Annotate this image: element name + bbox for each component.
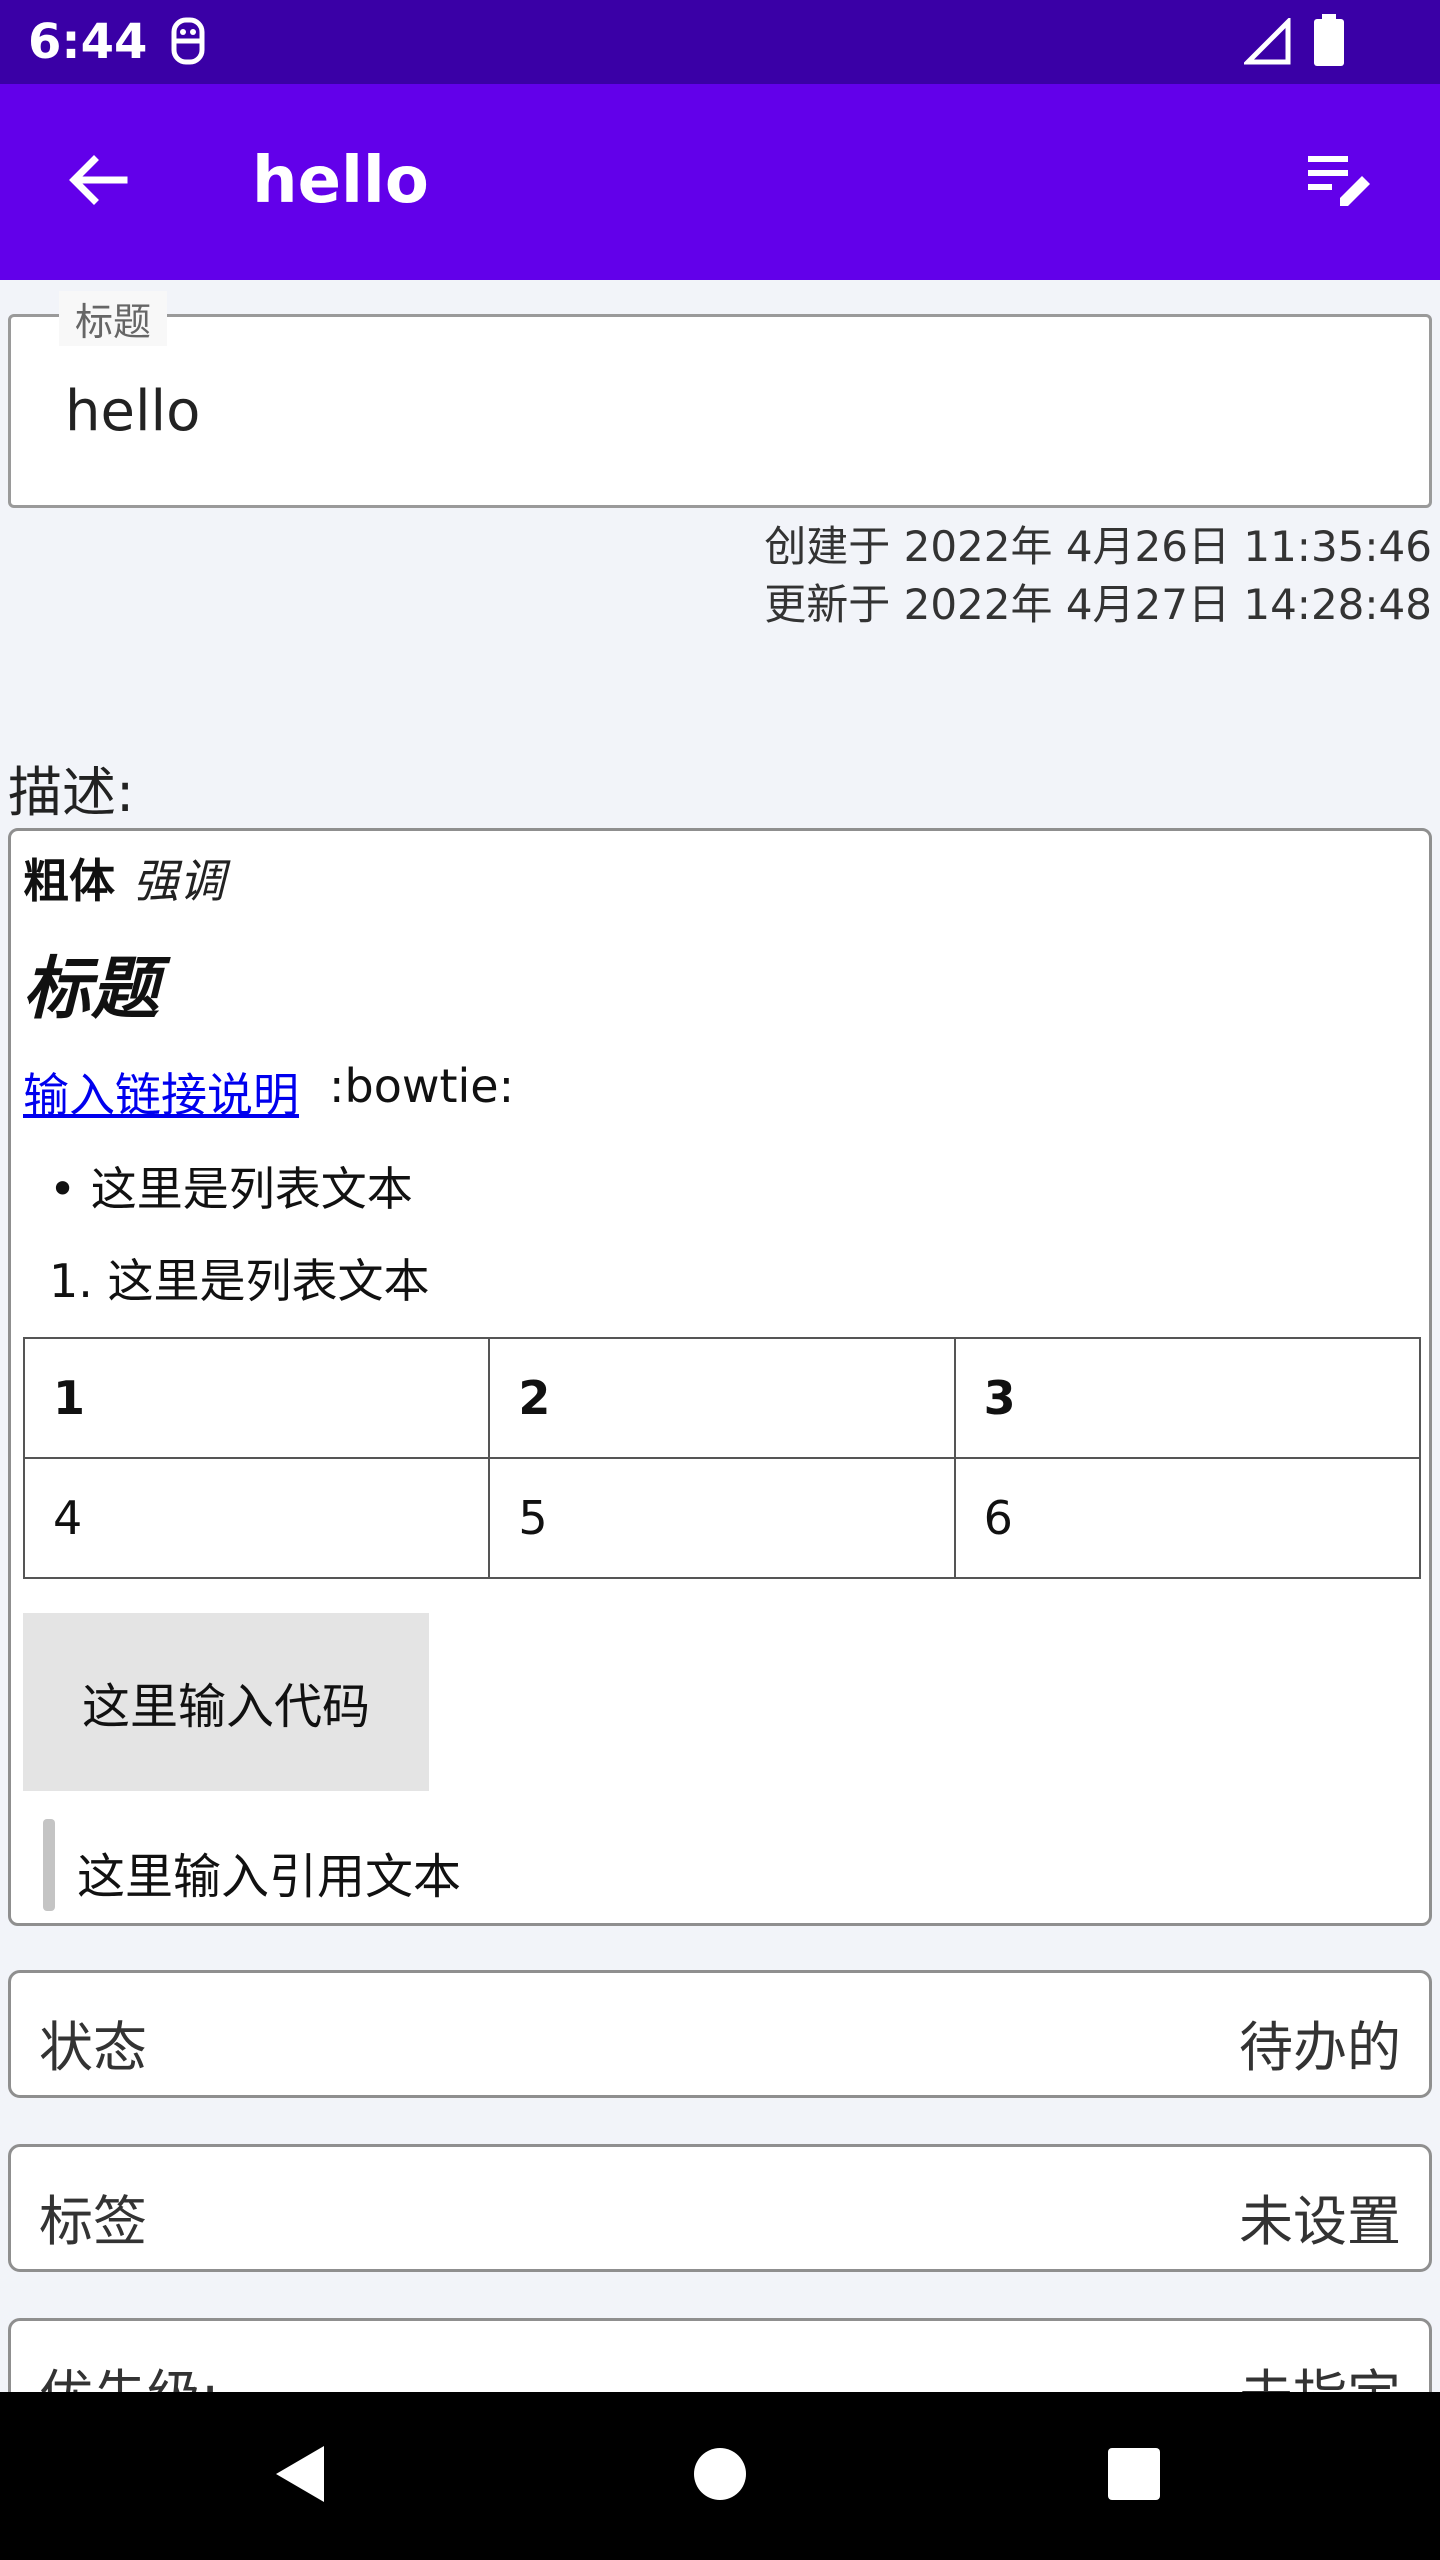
code-block: 这里输入代码 bbox=[23, 1613, 429, 1791]
table-header-cell: 1 bbox=[22, 1337, 491, 1459]
title-field[interactable]: 标题 hello bbox=[8, 291, 1432, 508]
nav-back-button[interactable] bbox=[250, 2426, 350, 2526]
app-bar: hello bbox=[0, 84, 1440, 280]
blockquote-bar bbox=[43, 1819, 55, 1911]
arrow-back-icon bbox=[66, 148, 130, 216]
emphasis-text: 强调 bbox=[133, 854, 225, 908]
updated-timestamp: 更新于 2022年 4月27日 14:28:48 bbox=[764, 580, 1432, 629]
table-cell: 4 bbox=[22, 1457, 491, 1579]
title-field-label: 标题 bbox=[59, 291, 168, 346]
signal-icon bbox=[1241, 15, 1292, 70]
table-cell: 5 bbox=[488, 1457, 956, 1579]
bullet-list-item: • 这里是列表文本 bbox=[49, 1162, 413, 1216]
nav-recents-button[interactable] bbox=[1084, 2426, 1184, 2526]
timestamps: 创建于 2022年 4月26日 11:35:46 更新于 2022年 4月27日… bbox=[764, 518, 1432, 634]
nav-home-icon bbox=[692, 2446, 748, 2506]
table-row: 4 5 6 bbox=[22, 1457, 1422, 1579]
nav-recents-icon bbox=[1106, 2446, 1162, 2506]
blockquote-text: 这里输入引用文本 bbox=[77, 1849, 462, 1905]
status-label: 状态 bbox=[39, 2016, 147, 2079]
edit-notes-icon bbox=[1304, 148, 1376, 216]
tags-row[interactable]: 标签 未设置 bbox=[8, 2144, 1432, 2272]
status-value: 待办的 bbox=[1239, 2016, 1401, 2079]
table-cell: 6 bbox=[953, 1457, 1422, 1579]
markdown-heading: 标题 bbox=[23, 950, 160, 1029]
ordered-list-item: 1. 这里是列表文本 bbox=[49, 1254, 430, 1308]
edit-button[interactable] bbox=[1290, 132, 1390, 232]
title-field-value[interactable]: hello bbox=[65, 379, 200, 444]
table-header-row: 1 2 3 bbox=[22, 1337, 1422, 1459]
status-time: 6:44 bbox=[28, 14, 148, 70]
table-header-cell: 3 bbox=[953, 1337, 1422, 1459]
back-button[interactable] bbox=[48, 132, 148, 232]
notification-icon bbox=[168, 16, 208, 70]
description-box[interactable]: 粗体 强调 标题 输入链接说明 :bowtie: • 这里是列表文本 1. 这里… bbox=[8, 828, 1432, 1926]
markdown-table: 1 2 3 4 5 6 bbox=[22, 1337, 1422, 1579]
tags-label: 标签 bbox=[39, 2190, 147, 2253]
nav-back-icon bbox=[270, 2442, 330, 2510]
status-row[interactable]: 状态 待办的 bbox=[8, 1970, 1432, 2098]
description-label: 描述: bbox=[8, 761, 135, 824]
tags-value: 未设置 bbox=[1239, 2190, 1401, 2253]
page-title: hello bbox=[252, 144, 429, 218]
emoji-code: :bowtie: bbox=[329, 1059, 515, 1113]
bold-text: 粗体 bbox=[23, 854, 115, 908]
created-timestamp: 创建于 2022年 4月26日 11:35:46 bbox=[764, 522, 1432, 571]
code-text: 这里输入代码 bbox=[81, 1679, 370, 1735]
nav-home-button[interactable] bbox=[670, 2426, 770, 2526]
status-bar: 6:44 bbox=[0, 0, 1440, 84]
navigation-bar bbox=[0, 2392, 1440, 2560]
markdown-link[interactable]: 输入链接说明 bbox=[23, 1059, 299, 1125]
table-header-cell: 2 bbox=[488, 1337, 956, 1459]
battery-icon bbox=[1312, 14, 1346, 72]
